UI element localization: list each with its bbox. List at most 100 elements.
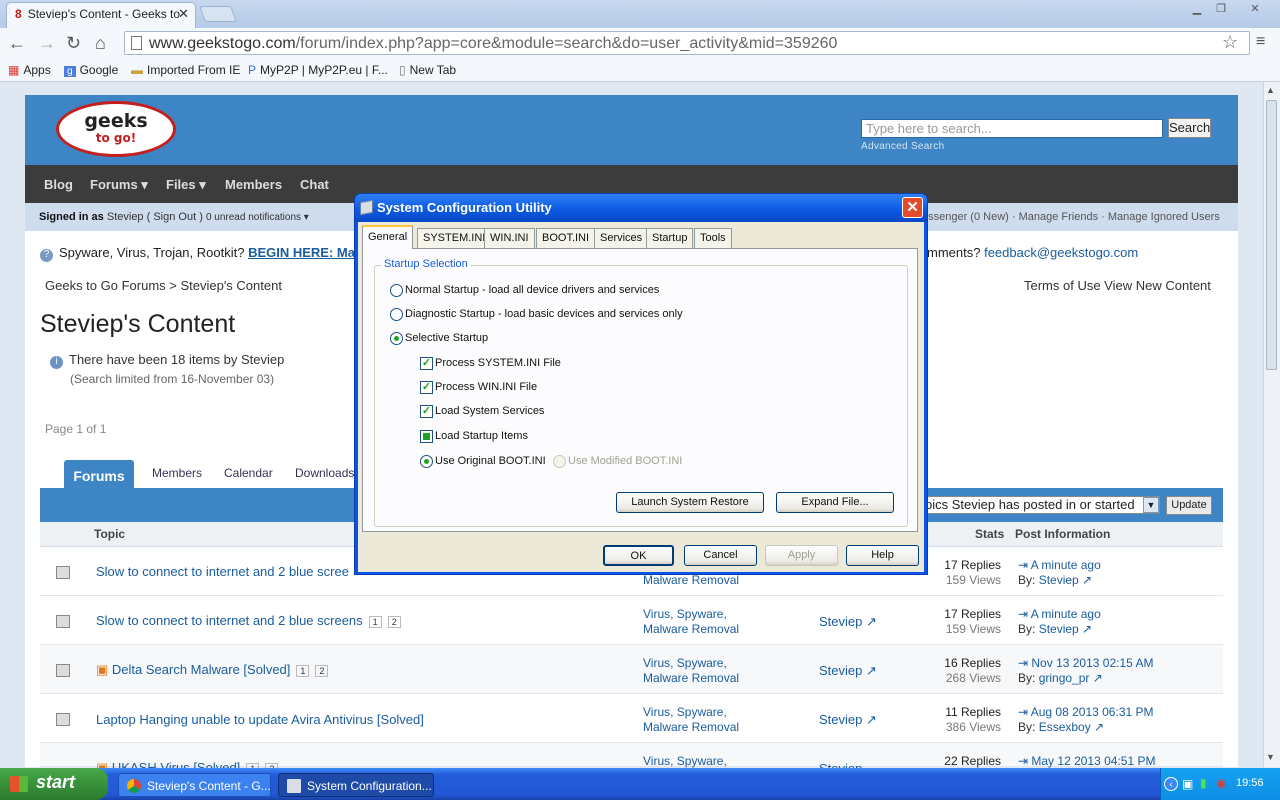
last-poster[interactable]: By: gringo_pr ↗ — [1018, 671, 1103, 686]
address-bar[interactable]: www.geekstogo.com/forum/index.php?app=co… — [124, 31, 1250, 55]
tab-general[interactable]: General — [362, 225, 414, 249]
bookmark-myp2p[interactable]: P MyP2P | MyP2P.eu | F... — [248, 63, 388, 77]
load-startup-items-checkbox[interactable] — [420, 430, 433, 443]
topic-link[interactable]: Slow to connect to internet and 2 blue s… — [96, 564, 349, 579]
starter-link[interactable]: Steviep ↗ — [819, 614, 877, 630]
new-tab-button[interactable] — [199, 6, 237, 22]
tab-members[interactable]: Members — [152, 466, 202, 480]
last-poster[interactable]: By: Steviep ↗ — [1018, 622, 1092, 637]
normal-startup-radio[interactable] — [390, 284, 403, 297]
topic-link[interactable]: Laptop Hanging unable to update Avira An… — [96, 712, 424, 727]
nav-members[interactable]: Members — [225, 177, 282, 192]
diagnostic-startup-label[interactable]: Diagnostic Startup - load basic devices … — [405, 308, 683, 320]
tab-tools[interactable]: Tools — [694, 228, 732, 248]
col-post-info[interactable]: Post Information — [1015, 527, 1110, 541]
cancel-button[interactable]: Cancel — [684, 545, 757, 566]
site-logo[interactable]: geeks to go! — [56, 101, 176, 157]
site-search-input[interactable]: Type here to search... — [861, 119, 1163, 138]
tab-downloads[interactable]: Downloads — [295, 466, 354, 480]
notifications-link[interactable]: 0 unread notifications ▾ — [206, 212, 309, 223]
nav-files[interactable]: Files ▾ — [166, 177, 206, 193]
selective-startup-radio[interactable] — [390, 332, 403, 345]
feedback-email-link[interactable]: feedback@geekstogo.com — [984, 245, 1138, 260]
page-1-link[interactable]: 1 — [296, 664, 310, 677]
scroll-up-icon[interactable]: ▲ — [1266, 85, 1275, 95]
browser-tab-active[interactable]: 8 Steviep's Content - Geeks to ✕ — [6, 2, 196, 28]
window-close-icon[interactable]: ✕ — [1244, 2, 1266, 18]
filter-select[interactable]: pics Steviep has posted in or started — [920, 496, 1160, 514]
expand-tray-icon[interactable]: ‹ — [1164, 777, 1178, 791]
last-poster[interactable]: By: Essexboy ↗ — [1018, 720, 1104, 735]
forum-link[interactable]: Virus, Spyware, Malware Removal — [643, 656, 739, 686]
tab-win-ini[interactable]: WIN.INI — [484, 228, 535, 248]
col-stats[interactable]: Stats — [975, 527, 1004, 541]
last-post-link[interactable]: ⇥ Aug 08 2013 06:31 PM — [1018, 705, 1154, 720]
launch-system-restore-button[interactable]: Launch System Restore — [616, 492, 764, 513]
load-startup-items-label[interactable]: Load Startup Items — [435, 430, 528, 442]
home-icon[interactable]: ⌂ — [95, 33, 106, 54]
forward-icon[interactable]: → — [38, 33, 56, 54]
expand-file-button[interactable]: Expand File... — [776, 492, 894, 513]
apply-button[interactable]: Apply — [765, 545, 838, 566]
use-original-boot-ini-radio[interactable] — [420, 455, 433, 468]
restore-icon[interactable]: ❐ — [1210, 2, 1232, 18]
starter-link[interactable]: Steviep ↗ — [819, 663, 877, 679]
bookmark-apps[interactable]: ▦ Apps — [8, 63, 51, 77]
process-win-ini-label[interactable]: Process WIN.INI File — [435, 381, 537, 393]
top-links[interactable]: Terms of Use View New Content — [1024, 278, 1211, 293]
back-icon[interactable]: ← — [8, 33, 26, 54]
nav-blog[interactable]: Blog — [44, 177, 73, 192]
tab-boot-ini[interactable]: BOOT.INI — [536, 228, 596, 248]
diagnostic-startup-radio[interactable] — [390, 308, 403, 321]
breadcrumb[interactable]: Geeks to Go Forums > Steviep's Content — [45, 278, 282, 293]
ok-button[interactable]: OK — [603, 545, 674, 566]
bookmark-imported-folder[interactable]: ▬ Imported From IE — [131, 63, 240, 77]
update-button[interactable]: Update — [1166, 496, 1212, 515]
process-win-ini-checkbox[interactable]: ✓ — [420, 381, 433, 394]
begin-here-link[interactable]: BEGIN HERE: Ma — [248, 245, 355, 260]
page-1-link[interactable]: 1 — [368, 615, 382, 628]
col-topic[interactable]: Topic — [94, 527, 125, 541]
chrome-menu-icon[interactable]: ≡ — [1256, 33, 1265, 51]
last-poster[interactable]: By: Steviep ↗ — [1018, 573, 1092, 588]
tab-services[interactable]: Services — [594, 228, 649, 248]
help-button[interactable]: Help — [846, 545, 919, 566]
scrollbar-thumb[interactable] — [1266, 100, 1277, 370]
normal-startup-label[interactable]: Normal Startup - load all device drivers… — [405, 284, 659, 296]
chevron-down-icon[interactable]: ▼ — [1143, 497, 1159, 513]
process-system-ini-label[interactable]: Process SYSTEM.INI File — [435, 357, 561, 369]
tab-forums[interactable]: Forums — [64, 460, 134, 490]
network-icon[interactable]: ▣ — [1182, 777, 1193, 791]
last-post-link[interactable]: ⇥ May 12 2013 04:51 PM — [1018, 754, 1155, 769]
tab-close-icon[interactable]: ✕ — [178, 6, 189, 22]
user-links[interactable]: essenger (0 New) · Manage Friends · Mana… — [922, 211, 1220, 223]
start-button[interactable]: start — [0, 768, 108, 800]
last-post-link[interactable]: ⇥ Nov 13 2013 02:15 AM — [1018, 656, 1153, 671]
forum-link[interactable]: Virus, Spyware, Malware Removal — [643, 607, 739, 637]
reload-icon[interactable]: ↻ — [66, 33, 81, 54]
forum-link[interactable]: Malware Removal — [643, 573, 739, 588]
forum-link[interactable]: Virus, Spyware, Malware Removal — [643, 705, 739, 735]
use-modified-boot-ini-radio[interactable] — [553, 455, 566, 468]
user-link[interactable]: Steviep — [107, 211, 144, 223]
security-icon[interactable]: ◉ — [1216, 776, 1226, 790]
topic-link[interactable]: ▣ Delta Search Malware [Solved] 1 2 — [96, 662, 329, 678]
scroll-down-icon[interactable]: ▼ — [1266, 752, 1275, 762]
process-system-ini-checkbox[interactable]: ✓ — [420, 357, 433, 370]
selective-startup-label[interactable]: Selective Startup — [405, 332, 488, 344]
bookmark-google[interactable]: g Google — [64, 63, 118, 77]
use-original-boot-ini-label[interactable]: Use Original BOOT.INI — [435, 455, 546, 467]
topic-link[interactable]: Slow to connect to internet and 2 blue s… — [96, 613, 401, 628]
nav-forums[interactable]: Forums ▾ — [90, 177, 148, 193]
tab-system-ini[interactable]: SYSTEM.INI — [417, 228, 492, 248]
taskbar-item-msconfig[interactable]: System Configuration... — [278, 773, 434, 797]
site-search-button[interactable]: Search — [1168, 118, 1211, 138]
load-system-services-label[interactable]: Load System Services — [435, 405, 544, 417]
last-post-link[interactable]: ⇥ A minute ago — [1018, 607, 1101, 622]
taskbar-item-browser[interactable]: Steviep's Content - G... — [118, 773, 271, 797]
tab-calendar[interactable]: Calendar — [224, 466, 273, 480]
nav-chat[interactable]: Chat — [300, 177, 329, 192]
page-2-link[interactable]: 2 — [315, 664, 329, 677]
close-icon[interactable]: ✕ — [902, 197, 923, 218]
page-2-link[interactable]: 2 — [387, 615, 401, 628]
